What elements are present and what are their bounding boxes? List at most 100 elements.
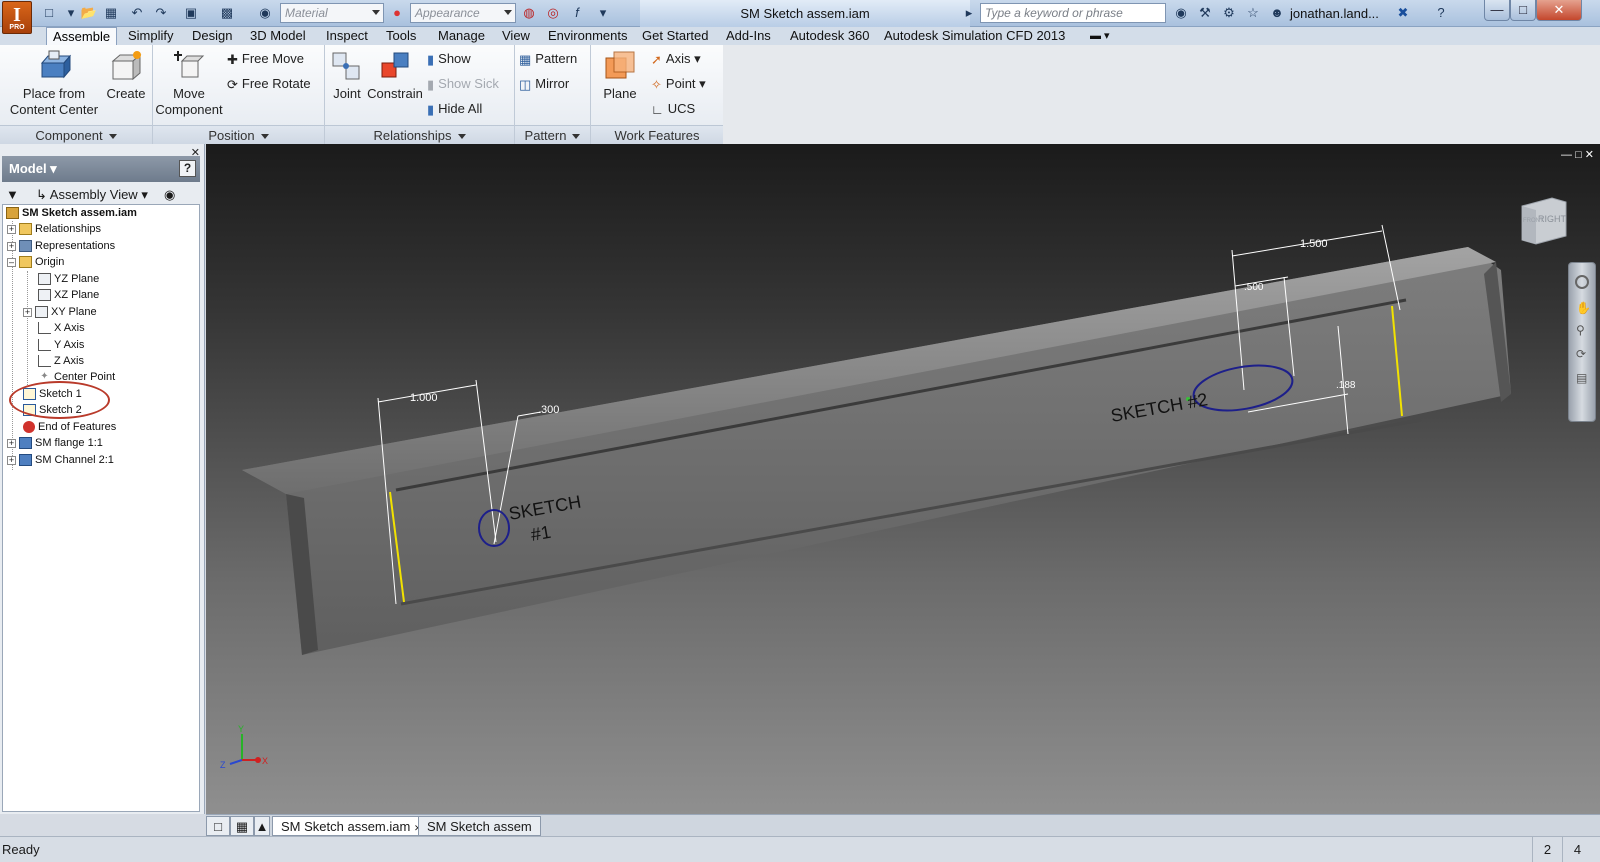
- expand-icon[interactable]: +: [23, 307, 32, 317]
- tree-sm-channel[interactable]: + SM Channel 2:1: [7, 452, 114, 468]
- ucs-button[interactable]: ∟ UCS: [651, 98, 695, 120]
- expand-icon[interactable]: +: [7, 224, 16, 234]
- tree-xz-plane[interactable]: XZ Plane: [38, 287, 99, 303]
- clear-icon[interactable]: ◎: [544, 4, 562, 22]
- tree-x-axis[interactable]: X Axis: [38, 320, 85, 336]
- return-icon[interactable]: ▣: [182, 4, 200, 22]
- material-combo[interactable]: Material: [280, 3, 384, 23]
- tab-inspect[interactable]: Inspect: [320, 27, 374, 45]
- free-rotate-button[interactable]: ⟳ Free Rotate: [227, 73, 311, 95]
- close-button[interactable]: ✕: [1536, 0, 1582, 21]
- favorites-icon[interactable]: ☆: [1244, 4, 1262, 22]
- appearance-icon[interactable]: ●: [388, 4, 406, 22]
- tab-design[interactable]: Design: [186, 27, 238, 45]
- plane-button[interactable]: Plane: [593, 49, 647, 102]
- move-component-button[interactable]: Move Component: [155, 49, 223, 118]
- graphics-viewport[interactable]: — □ ✕ 1.000 .300 SKETCH #1 1.500 .500 .1…: [206, 144, 1600, 814]
- zoom-icon[interactable]: ⚲: [1576, 323, 1585, 337]
- browser-help-icon[interactable]: ?: [179, 160, 196, 177]
- tab-3d-model[interactable]: 3D Model: [244, 27, 312, 45]
- new-icon[interactable]: □: [40, 4, 58, 22]
- constrain-button[interactable]: Constrain: [367, 49, 423, 102]
- save-icon[interactable]: ▦: [102, 4, 120, 22]
- create-component-button[interactable]: Create: [104, 49, 148, 102]
- scroll-tabs-icon[interactable]: ▲: [254, 816, 270, 836]
- tree-z-axis[interactable]: Z Axis: [38, 353, 84, 369]
- work-features-panel-title[interactable]: Work Features: [591, 125, 723, 144]
- user-name[interactable]: jonathan.land...: [1290, 0, 1379, 27]
- tree-representations[interactable]: + Representations: [7, 238, 115, 254]
- pattern-button[interactable]: ▦ Pattern: [519, 48, 577, 70]
- help-icon[interactable]: ?: [1432, 4, 1450, 22]
- steering-wheel-icon[interactable]: [1575, 275, 1589, 289]
- search-expand-icon[interactable]: ▸: [960, 4, 978, 22]
- joint-button[interactable]: Joint: [327, 49, 367, 102]
- tree-relationships[interactable]: + Relationships: [7, 221, 101, 237]
- tree-origin[interactable]: – Origin: [7, 254, 64, 270]
- component-panel-title[interactable]: Component: [0, 125, 152, 144]
- user-icon[interactable]: ☻: [1268, 4, 1286, 22]
- redo-icon[interactable]: ↷: [152, 4, 170, 22]
- relationships-panel-title[interactable]: Relationships: [325, 125, 514, 144]
- dimension-1000[interactable]: 1.000: [410, 392, 438, 404]
- collapse-icon[interactable]: –: [7, 257, 16, 267]
- position-panel-title[interactable]: Position: [153, 125, 324, 144]
- cascade-windows-icon[interactable]: □: [206, 816, 230, 836]
- show-button[interactable]: ▮ Show: [427, 48, 471, 70]
- tile-windows-icon[interactable]: ▦: [230, 816, 254, 836]
- update-icon[interactable]: ▩: [218, 4, 236, 22]
- appearance-combo[interactable]: Appearance: [410, 3, 516, 23]
- search-input[interactable]: Type a keyword or phrase: [980, 3, 1166, 23]
- subscription-icon[interactable]: ⚙: [1220, 4, 1238, 22]
- expand-icon[interactable]: +: [7, 438, 16, 448]
- tree-y-axis[interactable]: Y Axis: [38, 337, 84, 353]
- doc-tab-sm-sketch-assem-iam[interactable]: SM Sketch assem.iam ✕: [272, 816, 431, 836]
- pan-icon[interactable]: ✋: [1576, 301, 1591, 315]
- view-cube-front[interactable]: FRONT: [1523, 218, 1544, 224]
- tab-view[interactable]: View: [496, 27, 536, 45]
- browser-header[interactable]: Model ▾?: [2, 156, 200, 182]
- show-sick-button[interactable]: ▮ Show Sick: [427, 73, 499, 95]
- open-icon[interactable]: 📂: [80, 4, 98, 22]
- ribbon-minimize-icon[interactable]: ▬ ▾: [1084, 27, 1116, 45]
- tab-get-started[interactable]: Get Started: [636, 27, 714, 45]
- tab-tools[interactable]: Tools: [380, 27, 422, 45]
- tree-end-of-features[interactable]: End of Features: [23, 419, 116, 435]
- point-button[interactable]: ✧ Point ▾: [651, 73, 706, 95]
- dimension-188[interactable]: .188: [1336, 380, 1356, 391]
- tab-environments[interactable]: Environments: [542, 27, 633, 45]
- orbit-icon[interactable]: ⟳: [1576, 347, 1586, 361]
- tab-autodesk-360[interactable]: Autodesk 360: [784, 27, 876, 45]
- dimension-300[interactable]: .300: [538, 404, 559, 416]
- app-menu-button[interactable]: I PRO: [2, 1, 32, 34]
- expand-icon[interactable]: +: [7, 241, 16, 251]
- filter-icon[interactable]: ▼: [6, 184, 19, 206]
- adjust-icon[interactable]: ◍: [520, 4, 538, 22]
- tab-assemble[interactable]: Assemble: [46, 27, 118, 45]
- place-from-content-center-button[interactable]: Place from Content Center: [6, 49, 102, 118]
- tab-manage[interactable]: Manage: [432, 27, 491, 45]
- tab-add-ins[interactable]: Add-Ins: [720, 27, 777, 45]
- dimension-500[interactable]: .500: [1244, 282, 1264, 293]
- exchange-icon[interactable]: ✖: [1394, 4, 1412, 22]
- binoculars-icon[interactable]: ◉: [1172, 4, 1190, 22]
- select-icon[interactable]: ◉: [256, 4, 274, 22]
- tools-icon[interactable]: ⚒: [1196, 4, 1214, 22]
- view-cube[interactable]: RIGHT FRONT: [1521, 197, 1567, 245]
- mirror-button[interactable]: ◫ Mirror: [519, 73, 569, 95]
- parameters-icon[interactable]: f: [568, 4, 586, 22]
- free-move-button[interactable]: ✚ Free Move: [227, 48, 304, 70]
- assembly-view-dropdown[interactable]: ↳ Assembly View ▾: [36, 184, 148, 206]
- find-icon[interactable]: ◉: [164, 184, 175, 206]
- undo-icon[interactable]: ↶: [128, 4, 146, 22]
- tree-xy-plane[interactable]: + XY Plane: [23, 304, 97, 320]
- new-dropdown-icon[interactable]: ▾: [62, 4, 80, 22]
- tab-simulation-cfd[interactable]: Autodesk Simulation CFD 2013: [878, 27, 1071, 45]
- tab-simplify[interactable]: Simplify: [122, 27, 180, 45]
- tree-sm-flange[interactable]: + SM flange 1:1: [7, 435, 103, 451]
- maximize-button[interactable]: □: [1510, 0, 1536, 21]
- customize-icon[interactable]: ▾: [594, 4, 612, 22]
- minimize-button[interactable]: —: [1484, 0, 1510, 21]
- pattern-panel-title[interactable]: Pattern: [515, 125, 590, 144]
- expand-icon[interactable]: +: [7, 455, 16, 465]
